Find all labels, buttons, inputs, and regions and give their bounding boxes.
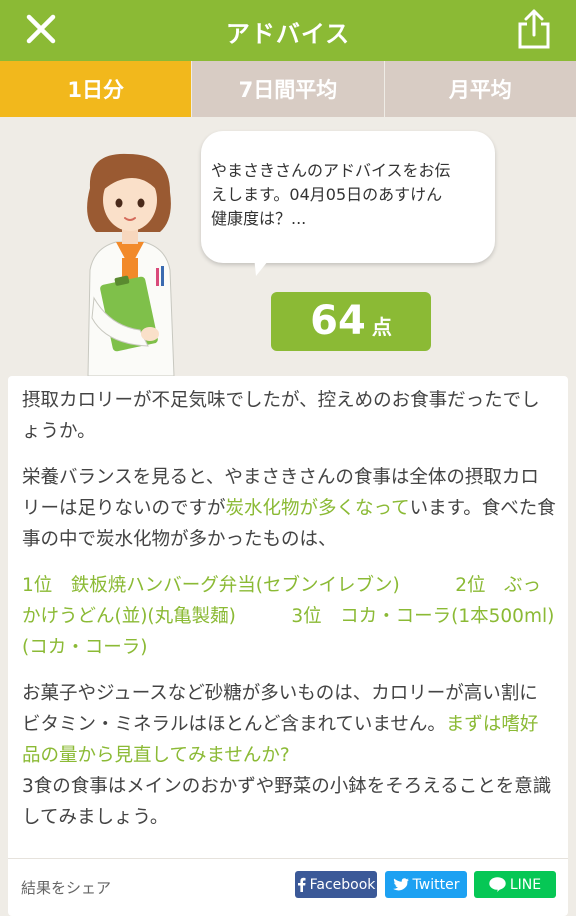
- carbohydrate-ranking: 1位 鉄板焼ハンバーグ弁当(セブンイレブン) 2位 ぶっかけうどん(並)(丸亀製…: [22, 575, 555, 658]
- advice-paragraph: お菓子やジュースなど砂糖が多いものは、カロリーが高い割にビタミン・ミネラルはほと…: [22, 678, 556, 771]
- bubble-text-line: 健康度は？...: [211, 209, 307, 228]
- advice-paragraph: 摂取カロリーが不足気味でしたが、控えめのお食事だったでしょうか。: [22, 390, 540, 442]
- facebook-icon: [297, 877, 306, 892]
- line-share-button[interactable]: LINE: [474, 871, 556, 898]
- score-unit: 点: [371, 315, 392, 339]
- tab-seven-day-average[interactable]: 7日間平均: [191, 61, 384, 117]
- advice-card: 摂取カロリーが不足気味でしたが、控えめのお食事だったでしょうか。 栄養バランスを…: [8, 376, 568, 916]
- share-icon[interactable]: [514, 8, 554, 50]
- tab-one-day[interactable]: 1日分: [0, 61, 192, 117]
- share-bar: 結果をシェア Facebook Twitter LINE: [8, 858, 568, 916]
- line-label: LINE: [509, 876, 542, 893]
- advisor-illustration: [70, 148, 200, 377]
- twitter-share-button[interactable]: Twitter: [385, 871, 467, 898]
- bubble-text-line: えします。04月05日のあすけん: [211, 185, 443, 204]
- twitter-label: Twitter: [412, 876, 460, 893]
- score-value: 64: [310, 298, 366, 344]
- facebook-label: Facebook: [309, 876, 376, 893]
- page-title: アドバイス: [225, 20, 351, 48]
- facebook-share-button[interactable]: Facebook: [295, 871, 377, 898]
- advice-paragraph: 3食の食事はメインのおかずや野菜の小鉢をそろえることを意識してみましょう。: [22, 776, 552, 828]
- advice-speech-bubble: やまさきさんのアドバイスをお伝 えします。04月05日のあすけん 健康度は？..…: [201, 131, 495, 263]
- advice-text: 摂取カロリーが不足気味でしたが、控えめのお食事だったでしょうか。 栄養バランスを…: [8, 376, 568, 833]
- health-score-badge: 64 点: [271, 292, 431, 351]
- app-header: アドバイス: [0, 0, 576, 61]
- tab-monthly-average[interactable]: 月平均: [383, 61, 576, 117]
- advice-paragraph: 栄養バランスを見ると、やまさきさんの食事は全体の摂取カロリーは足りないのですが炭…: [22, 462, 556, 555]
- bubble-text-line: やまさきさんのアドバイスをお伝: [211, 161, 451, 180]
- advice-highlight: 炭水化物が多くなって: [225, 498, 410, 519]
- period-tabs: 1日分 7日間平均 月平均: [0, 61, 576, 117]
- speech-bubble-tail: [250, 256, 274, 278]
- line-chat-icon: [489, 877, 506, 892]
- twitter-bird-icon: [392, 878, 409, 891]
- share-label: 結果をシェア: [21, 879, 112, 897]
